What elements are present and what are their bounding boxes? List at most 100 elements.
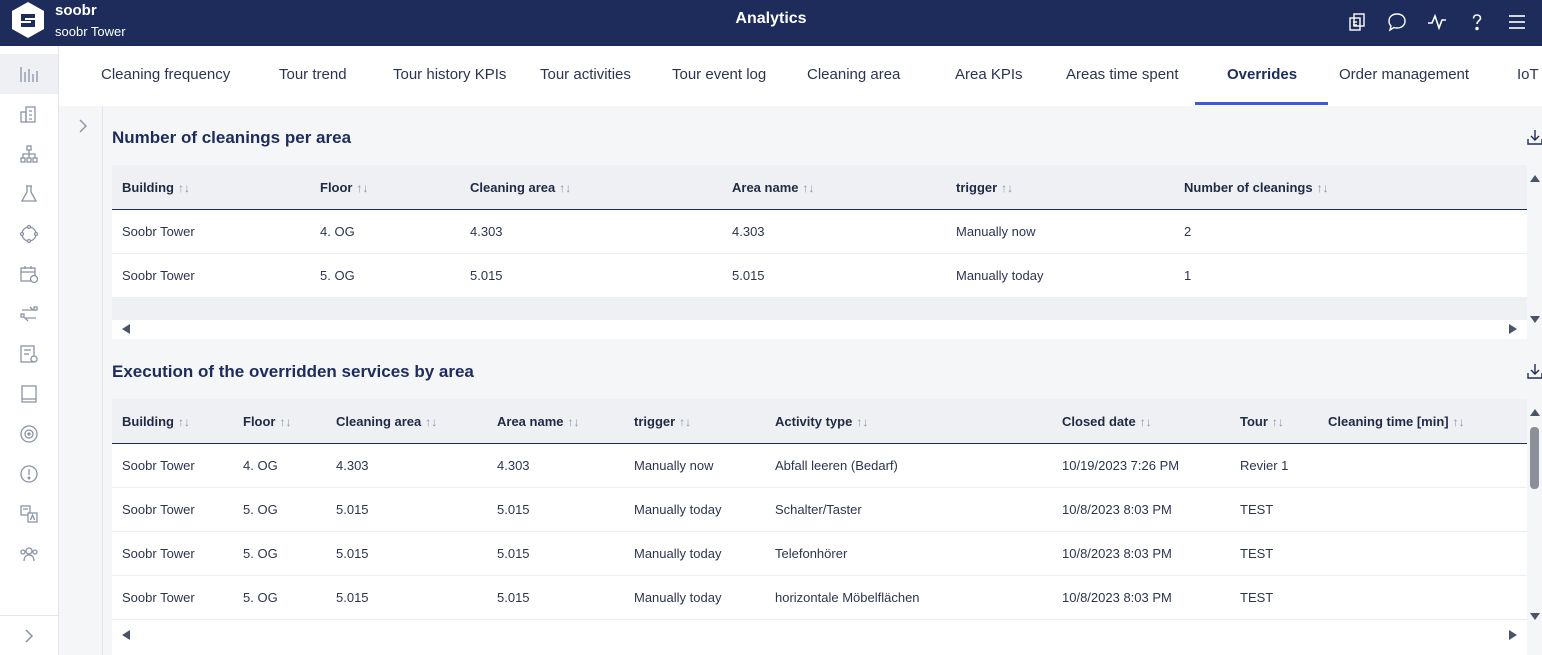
vertical-scrollbar[interactable] — [1527, 399, 1542, 625]
scrollbar-thumb[interactable] — [1530, 427, 1539, 489]
chat-icon[interactable] — [1382, 8, 1412, 36]
sort-icon[interactable]: ↑↓ — [802, 181, 814, 195]
lab-icon[interactable] — [0, 174, 58, 214]
column-header-building[interactable]: Building ↑↓ — [122, 414, 190, 429]
cleanings-per-area-table: Building ↑↓ Floor ↑↓ Cleaning area ↑↓ Area … — [112, 165, 1527, 339]
cell-floor: 4. OG — [320, 224, 355, 239]
table-row[interactable]: Soobr Tower 5. OG 5.015 5.015 Manually t… — [112, 532, 1527, 576]
sort-icon[interactable]: ↑↓ — [425, 415, 437, 429]
tab-tour-activities[interactable]: Tour activities — [540, 66, 631, 83]
cell-area-name: 5.015 — [497, 502, 530, 517]
scroll-up-icon[interactable] — [1530, 409, 1540, 416]
cell-trigger: Manually today — [634, 502, 722, 517]
horizontal-scrollbar[interactable] — [112, 627, 1527, 645]
tab-areas-time-spent[interactable]: Areas time spent — [1066, 66, 1179, 83]
report-icon[interactable] — [0, 334, 58, 374]
sort-icon[interactable]: ↑↓ — [178, 415, 190, 429]
column-header-floor[interactable]: Floor ↑↓ — [243, 414, 292, 429]
translate-icon[interactable] — [0, 494, 58, 534]
cell-closed-date: 10/19/2023 7:26 PM — [1062, 458, 1180, 473]
activity-icon[interactable] — [1422, 8, 1452, 36]
cell-cleaning-area: 5.015 — [336, 590, 369, 605]
building-name[interactable]: soobr Tower — [55, 24, 126, 39]
sort-icon[interactable]: ↑↓ — [567, 415, 579, 429]
table-row[interactable]: Soobr Tower 4. OG 4.303 4.303 Manually n… — [112, 210, 1527, 254]
column-header-area-name[interactable]: Area name ↑↓ — [497, 414, 579, 429]
scroll-up-icon[interactable] — [1530, 175, 1540, 182]
sort-icon[interactable]: ↑↓ — [1001, 181, 1013, 195]
hierarchy-icon[interactable] — [0, 134, 58, 174]
sort-icon[interactable]: ↑↓ — [559, 181, 571, 195]
tab-order-management[interactable]: Order management — [1339, 66, 1469, 83]
download-icon[interactable] — [1526, 128, 1542, 146]
tab-tour-history-kpis[interactable]: Tour history KPIs — [393, 66, 506, 83]
cell-closed-date: 10/8/2023 8:03 PM — [1062, 590, 1172, 605]
cell-building: Soobr Tower — [122, 268, 195, 283]
column-header-tour[interactable]: Tour ↑↓ — [1240, 414, 1284, 429]
download-icon[interactable] — [1526, 362, 1542, 380]
sort-icon[interactable]: ↑↓ — [1317, 181, 1329, 195]
scroll-right-icon[interactable] — [1509, 630, 1517, 640]
column-header-cleaning-area[interactable]: Cleaning area ↑↓ — [336, 414, 437, 429]
column-header-activity-type[interactable]: Activity type ↑↓ — [775, 414, 868, 429]
table-row[interactable]: Soobr Tower 5. OG 5.015 5.015 Manually t… — [112, 488, 1527, 532]
column-header-trigger[interactable]: trigger ↑↓ — [634, 414, 691, 429]
scroll-down-icon[interactable] — [1530, 316, 1540, 323]
cell-closed-date: 10/8/2023 8:03 PM — [1062, 546, 1172, 561]
soobr-logo-icon[interactable] — [8, 0, 48, 40]
book-icon[interactable] — [0, 374, 58, 414]
column-header-trigger[interactable]: trigger ↑↓ — [956, 180, 1013, 195]
tab-tour-event-log[interactable]: Tour event log — [672, 66, 766, 83]
sort-icon[interactable]: ↑↓ — [178, 181, 190, 195]
sort-icon[interactable]: ↑↓ — [1453, 415, 1465, 429]
column-header-closed-date[interactable]: Closed date ↑↓ — [1062, 414, 1152, 429]
column-header-number-of-cleanings[interactable]: Number of cleanings ↑↓ — [1184, 180, 1329, 195]
cell-trigger: Manually today — [956, 268, 1044, 283]
tab-tour-trend[interactable]: Tour trend — [279, 66, 347, 83]
sort-icon[interactable]: ↑↓ — [679, 415, 691, 429]
switch-building-icon[interactable] — [1342, 8, 1372, 36]
scroll-left-icon[interactable] — [122, 630, 130, 640]
cycle-icon[interactable] — [0, 214, 58, 254]
panel-title-cleanings-per-area: Number of cleanings per area — [112, 128, 352, 147]
sort-icon[interactable]: ↑↓ — [357, 181, 369, 195]
cell-area-name: 4.303 — [497, 458, 530, 473]
table-row[interactable]: Soobr Tower 5. OG 5.015 5.015 Manually t… — [112, 576, 1527, 620]
analytics-icon[interactable] — [0, 54, 58, 94]
sort-icon[interactable]: ↑↓ — [1140, 415, 1152, 429]
tab-cleaning-area[interactable]: Cleaning area — [807, 66, 900, 83]
team-icon[interactable] — [0, 534, 58, 574]
column-header-cleaning-area[interactable]: Cleaning area ↑↓ — [470, 180, 571, 195]
chevron-right-icon — [25, 628, 34, 643]
buildings-icon[interactable] — [0, 94, 58, 134]
scroll-right-icon[interactable] — [1509, 324, 1517, 334]
horizontal-scrollbar[interactable] — [112, 321, 1527, 339]
sort-icon[interactable]: ↑↓ — [856, 415, 868, 429]
column-header-cleaning-time[interactable]: Cleaning time [min] ↑↓ — [1328, 414, 1465, 429]
column-header-building[interactable]: Building ↑↓ — [122, 180, 190, 195]
scroll-left-icon[interactable] — [122, 324, 130, 334]
tab-cleaning-frequency[interactable]: Cleaning frequency — [101, 66, 230, 83]
column-header-floor[interactable]: Floor ↑↓ — [320, 180, 369, 195]
scroll-down-icon[interactable] — [1530, 613, 1540, 620]
cell-cleaning-area: 5.015 — [470, 268, 503, 283]
menu-icon[interactable] — [1502, 8, 1532, 36]
cell-trigger: Manually today — [634, 546, 722, 561]
calendar-icon[interactable] — [0, 254, 58, 294]
filter-panel-toggle[interactable] — [59, 106, 103, 655]
table-row[interactable]: Soobr Tower 4. OG 4.303 4.303 Manually n… — [112, 444, 1527, 488]
vertical-scrollbar[interactable] — [1527, 165, 1542, 325]
sort-icon[interactable]: ↑↓ — [280, 415, 292, 429]
alert-icon[interactable] — [0, 454, 58, 494]
tab-iot[interactable]: IoT — [1517, 66, 1539, 83]
sidebar-expand-button[interactable] — [0, 615, 58, 655]
table-row[interactable]: Soobr Tower 5. OG 5.015 5.015 Manually t… — [112, 254, 1527, 298]
sort-icon[interactable]: ↑↓ — [1272, 415, 1284, 429]
transfer-icon[interactable] — [0, 294, 58, 334]
help-icon[interactable] — [1462, 8, 1492, 36]
cell-floor: 4. OG — [243, 458, 278, 473]
tab-overrides[interactable]: Overrides — [1227, 66, 1297, 83]
target-icon[interactable] — [0, 414, 58, 454]
tab-area-kpis[interactable]: Area KPIs — [955, 66, 1023, 83]
column-header-area-name[interactable]: Area name ↑↓ — [732, 180, 814, 195]
